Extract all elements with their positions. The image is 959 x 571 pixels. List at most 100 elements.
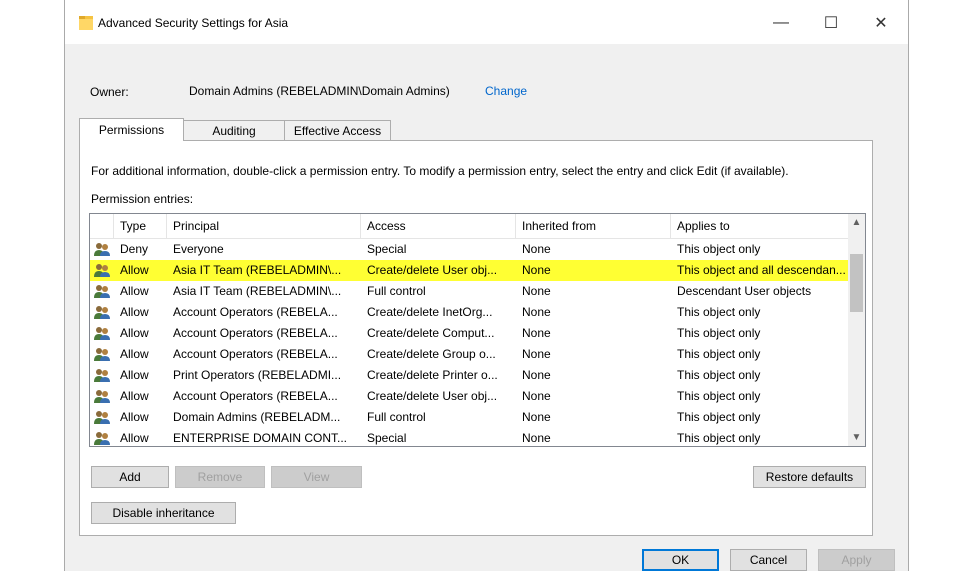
cell-access: Full control (367, 284, 426, 298)
table-row[interactable]: Allow Asia IT Team (REBELADMIN\... Create/… (90, 260, 848, 281)
cell-type: Allow (120, 431, 149, 445)
permissions-panel: For additional information, double-click… (79, 140, 873, 536)
table-row[interactable]: Allow Print Operators (REBELADMI... Create… (90, 365, 848, 386)
cell-applies-to: This object only (677, 368, 761, 382)
cell-principal: Asia IT Team (REBELADMIN\... (173, 284, 342, 298)
folder-icon (79, 15, 93, 31)
users-group-icon (94, 431, 110, 446)
cell-principal: Print Operators (REBELADMI... (173, 368, 342, 382)
info-text: For additional information, double-click… (91, 164, 789, 178)
cell-principal: Account Operators (REBELA... (173, 326, 338, 340)
table-row[interactable]: Allow Account Operators (REBELA... Create/… (90, 323, 848, 344)
cell-access: Create/delete User obj... (367, 263, 498, 277)
list-header: Type Principal Access Inherited from App… (90, 214, 848, 239)
cell-principal: Everyone (173, 242, 224, 256)
owner-value: Domain Admins (REBELADMIN\Domain Admins) (189, 84, 450, 98)
cell-type: Allow (120, 305, 149, 319)
disable-inheritance-button[interactable]: Disable inheritance (91, 502, 236, 524)
cell-access: Special (367, 431, 407, 445)
cell-inherited-from: None (522, 305, 551, 319)
permission-entries-label: Permission entries: (91, 192, 194, 206)
users-group-icon (94, 368, 110, 383)
scroll-thumb[interactable] (850, 254, 863, 312)
cell-access: Create/delete Group o... (367, 347, 496, 361)
table-row[interactable]: Deny Everyone Special None This object only (90, 239, 848, 260)
column-access[interactable]: Access (361, 214, 516, 238)
remove-button[interactable]: Remove (175, 466, 265, 488)
add-button[interactable]: Add (91, 466, 169, 488)
column-icon (90, 214, 114, 238)
apply-button[interactable]: Apply (818, 549, 895, 571)
cell-inherited-from: None (522, 368, 551, 382)
cell-type: Allow (120, 263, 149, 277)
cell-principal: Account Operators (REBELA... (173, 389, 338, 403)
table-row[interactable]: Allow Account Operators (REBELA... Create/… (90, 386, 848, 407)
change-owner-link[interactable]: Change (485, 84, 527, 98)
cell-access: Create/delete Comput... (367, 326, 495, 340)
title-bar: Advanced Security Settings for Asia — ☐ … (65, 0, 908, 44)
cell-type: Allow (120, 347, 149, 361)
column-applies-to[interactable]: Applies to (671, 214, 848, 238)
users-group-icon (94, 305, 110, 320)
table-row[interactable]: Allow Asia IT Team (REBELADMIN\... Full co… (90, 281, 848, 302)
cell-type: Allow (120, 284, 149, 298)
cell-applies-to: This object only (677, 326, 761, 340)
maximize-button[interactable]: ☐ (811, 10, 851, 36)
scroll-up-arrow-icon[interactable]: ▲ (848, 214, 865, 231)
cell-applies-to: Descendant User objects (677, 284, 812, 298)
tab-auditing[interactable]: Auditing (182, 120, 286, 140)
window-title: Advanced Security Settings for Asia (98, 16, 289, 30)
column-inherited-from[interactable]: Inherited from (516, 214, 671, 238)
ok-button[interactable]: OK (642, 549, 719, 571)
cell-inherited-from: None (522, 410, 551, 424)
cell-access: Create/delete Printer o... (367, 368, 498, 382)
cell-inherited-from: None (522, 284, 551, 298)
table-row[interactable]: Allow ENTERPRISE DOMAIN CONT... Special Non… (90, 428, 848, 446)
owner-label: Owner: (90, 85, 129, 99)
cell-principal: Domain Admins (REBELADM... (173, 410, 341, 424)
tab-permissions[interactable]: Permissions (79, 118, 184, 141)
users-group-icon (94, 242, 110, 257)
cell-inherited-from: None (522, 347, 551, 361)
cell-principal: Asia IT Team (REBELADMIN\... (173, 263, 342, 277)
cell-type: Allow (120, 368, 149, 382)
users-group-icon (94, 347, 110, 362)
users-group-icon (94, 263, 110, 278)
cell-type: Allow (120, 410, 149, 424)
users-group-icon (94, 284, 110, 299)
table-row[interactable]: Allow Account Operators (REBELA... Create/… (90, 302, 848, 323)
view-button[interactable]: View (271, 466, 362, 488)
cell-inherited-from: None (522, 389, 551, 403)
table-row[interactable]: Allow Account Operators (REBELA... Create/… (90, 344, 848, 365)
minimize-button[interactable]: — (761, 10, 801, 36)
close-button[interactable]: ✕ (861, 10, 901, 36)
cancel-button[interactable]: Cancel (730, 549, 807, 571)
cell-access: Special (367, 242, 407, 256)
cell-inherited-from: None (522, 242, 551, 256)
permission-entries-list[interactable]: Type Principal Access Inherited from App… (89, 213, 866, 447)
cell-principal: Account Operators (REBELA... (173, 347, 338, 361)
users-group-icon (94, 410, 110, 425)
advanced-security-dialog: Advanced Security Settings for Asia — ☐ … (64, 0, 909, 571)
cell-applies-to: This object and all descendan... (677, 263, 846, 277)
cell-inherited-from: None (522, 326, 551, 340)
cell-access: Create/delete InetOrg... (367, 305, 493, 319)
scroll-down-arrow-icon[interactable]: ▼ (848, 429, 865, 446)
cell-access: Create/delete User obj... (367, 389, 498, 403)
cell-applies-to: This object only (677, 305, 761, 319)
restore-defaults-button[interactable]: Restore defaults (753, 466, 866, 488)
cell-inherited-from: None (522, 431, 551, 445)
column-type[interactable]: Type (114, 214, 167, 238)
table-row[interactable]: Allow Domain Admins (REBELADM... Full cont… (90, 407, 848, 428)
column-principal[interactable]: Principal (167, 214, 361, 238)
cell-principal: ENTERPRISE DOMAIN CONT... (173, 431, 348, 445)
cell-type: Deny (120, 242, 149, 256)
cell-applies-to: This object only (677, 410, 761, 424)
cell-inherited-from: None (522, 263, 551, 277)
vertical-scrollbar[interactable]: ▲ ▼ (848, 214, 865, 446)
cell-type: Allow (120, 389, 149, 403)
cell-type: Allow (120, 326, 149, 340)
tab-effective-access[interactable]: Effective Access (284, 120, 391, 140)
cell-principal: Account Operators (REBELA... (173, 305, 338, 319)
cell-applies-to: This object only (677, 347, 761, 361)
